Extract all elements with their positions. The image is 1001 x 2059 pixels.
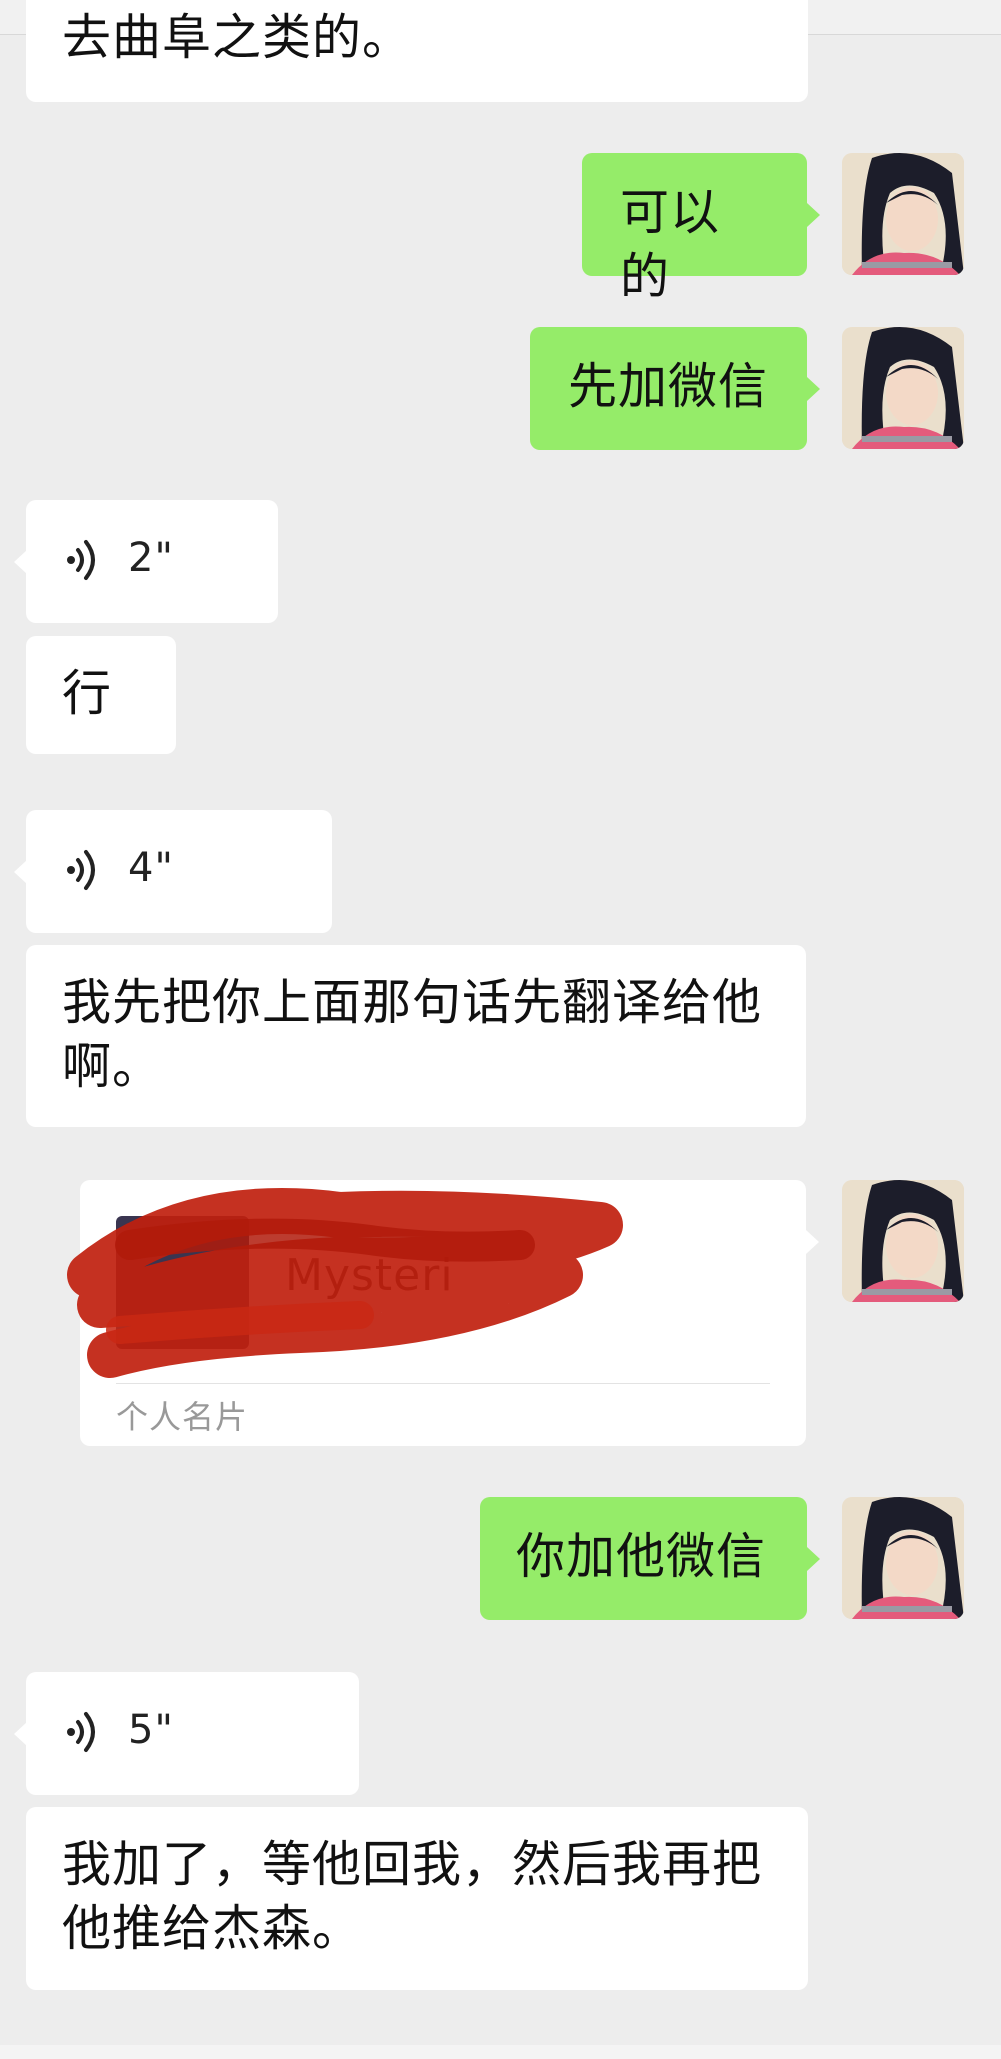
voice-duration: 5"	[128, 1707, 174, 1753]
incoming-message-bubble[interactable]: 我先把你上面那句话先翻译给他啊。	[26, 945, 806, 1127]
voice-wave-icon	[67, 1712, 95, 1752]
bubble-tail	[807, 203, 820, 227]
message-text: 先加微信	[568, 358, 769, 415]
outgoing-message-bubble[interactable]: 你加他微信	[480, 1497, 820, 1620]
message-text: 你加他微信	[516, 1528, 767, 1585]
contact-photo	[116, 1216, 249, 1349]
contact-name: Mysteri	[285, 1250, 454, 1301]
outgoing-message-bubble[interactable]: 可以的	[582, 153, 820, 305]
user-avatar[interactable]	[842, 1497, 964, 1619]
voice-wave-icon	[67, 850, 95, 890]
message-text: 我加了，等他回我，然后我再把他推给杰森。	[62, 1836, 763, 1957]
message-text: 可以的	[620, 184, 721, 305]
voice-wave-icon	[67, 540, 95, 580]
bubble-tail	[806, 1230, 819, 1254]
user-avatar[interactable]	[842, 327, 964, 449]
user-avatar[interactable]	[842, 153, 964, 275]
incoming-message-bubble[interactable]: 行	[26, 636, 176, 754]
incoming-message-bubble[interactable]: 我加了，等他回我，然后我再把他推给杰森。	[26, 1807, 808, 1990]
bubble-tail	[14, 860, 27, 884]
user-avatar[interactable]	[842, 1180, 964, 1302]
message-text: 去曲阜之类的。	[62, 9, 413, 66]
card-divider	[116, 1383, 770, 1384]
voice-message-bubble[interactable]: 4"	[14, 810, 332, 933]
voice-message-bubble[interactable]: 2"	[14, 500, 278, 623]
contact-card-label: 个人名片	[116, 1398, 249, 1436]
bubble-tail	[14, 550, 27, 574]
message-text: 行	[62, 665, 113, 722]
bottom-bar	[0, 2045, 1001, 2059]
message-text: 我先把你上面那句话先翻译给他啊。	[62, 974, 763, 1095]
outgoing-message-bubble[interactable]: 先加微信	[530, 327, 820, 450]
voice-duration: 4"	[128, 845, 174, 891]
contact-card-bubble[interactable]: Mysteri 个人名片	[67, 1180, 819, 1446]
bubble-tail	[807, 1547, 820, 1571]
bubble-tail	[14, 1722, 27, 1746]
bubble-tail	[807, 377, 820, 401]
voice-duration: 2"	[128, 535, 174, 581]
voice-message-bubble[interactable]: 5"	[14, 1672, 359, 1795]
incoming-message-bubble[interactable]: 去曲阜之类的。	[26, 0, 808, 102]
